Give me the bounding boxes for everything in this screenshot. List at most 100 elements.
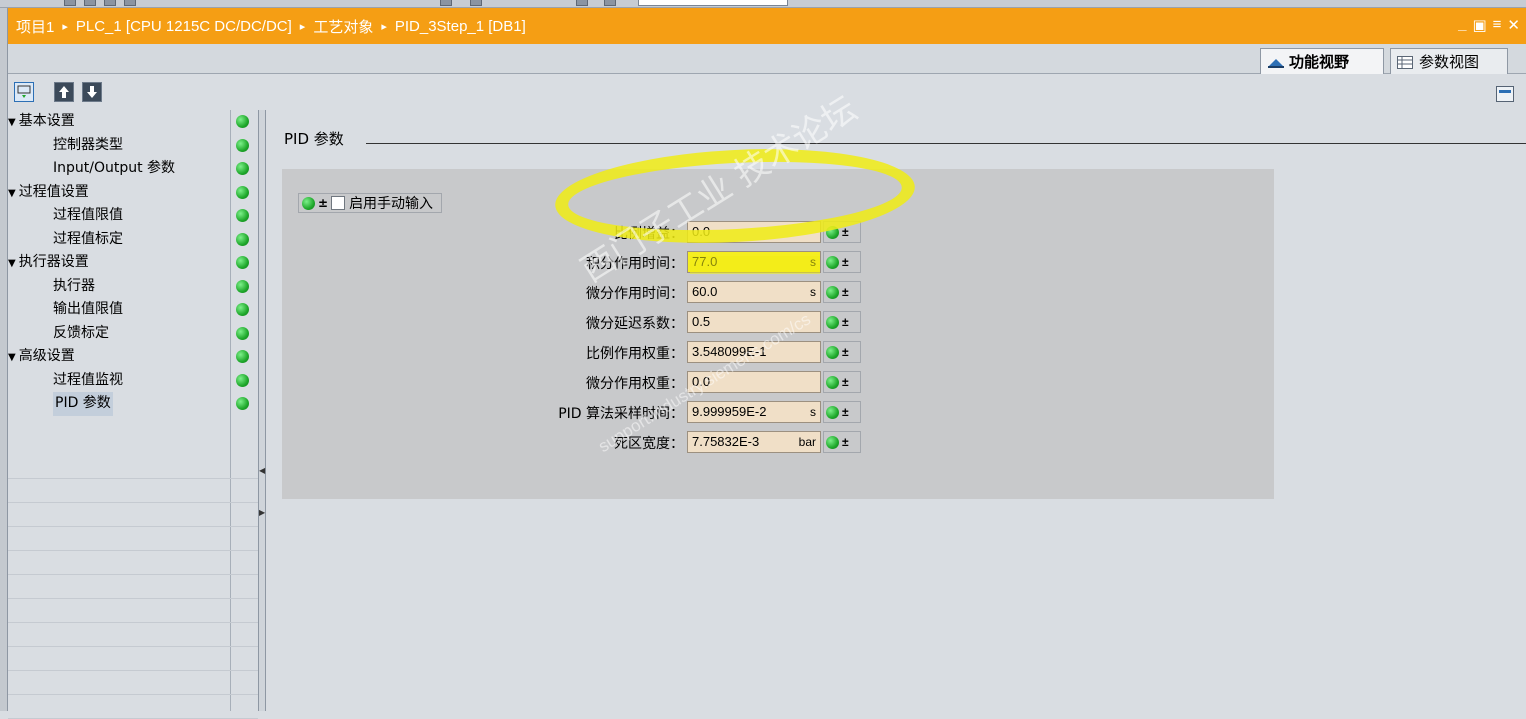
nav-item[interactable]: ▼ 基本设置: [8, 110, 258, 134]
download-value-icon[interactable]: ±: [842, 225, 849, 239]
status-ok-icon: [302, 196, 315, 210]
nav-item-label: PID 参数: [53, 392, 113, 416]
expand-arrow-icon[interactable]: ▼: [8, 352, 16, 363]
manual-input-checkbox[interactable]: [331, 196, 346, 210]
param-value: 0.5: [692, 314, 711, 329]
toolbar-icon[interactable]: [104, 0, 116, 6]
table-icon: [1397, 55, 1415, 69]
nav-item[interactable]: 反馈标定: [8, 322, 258, 346]
download-value-icon[interactable]: ±: [842, 405, 849, 419]
param-row: 死区宽度： 7.75832E-3 bar ±: [282, 431, 882, 453]
tab-function-view[interactable]: 功能视野: [1260, 48, 1384, 74]
toolbar-icon[interactable]: [440, 0, 452, 6]
download-value-icon[interactable]: ±: [842, 435, 849, 449]
online-monitor-icon[interactable]: [14, 82, 34, 102]
breadcrumb-separator-icon: ▸: [299, 20, 306, 33]
toolbar-icon[interactable]: [604, 0, 616, 6]
nav-item[interactable]: 过程值监视: [8, 369, 258, 393]
param-value-field[interactable]: 9.999959E-2 s: [687, 401, 821, 423]
nav-item[interactable]: ▼ 过程值设置: [8, 181, 258, 205]
param-unit: s: [810, 255, 816, 269]
nav-item-label: 输出值限值: [53, 298, 123, 322]
nav-item-label: 控制器类型: [53, 134, 123, 158]
nav-item[interactable]: ▼ 高级设置: [8, 345, 258, 369]
status-ok-icon: [236, 326, 249, 340]
status-ok-icon: [236, 115, 249, 128]
expand-right-icon[interactable]: ▶: [259, 508, 265, 517]
param-unit: s: [810, 285, 816, 299]
param-status-control: ±: [823, 311, 861, 333]
download-icon[interactable]: [82, 82, 102, 102]
param-value-field[interactable]: 0.0: [687, 221, 821, 243]
upload-icon[interactable]: [54, 82, 74, 102]
toolbar-icon[interactable]: [470, 0, 482, 6]
download-value-icon[interactable]: ±: [842, 255, 849, 269]
toolbar-icon[interactable]: [576, 0, 588, 6]
param-value: 60.0: [692, 284, 718, 299]
download-value-icon[interactable]: ±: [318, 196, 328, 210]
view-tabs-bar: 功能视野 参数视图: [8, 44, 1526, 74]
collapse-left-icon[interactable]: ◀: [259, 466, 265, 475]
param-row: 比例增益： 0.0 ±: [282, 221, 882, 243]
param-label: 比例作用权重：: [586, 346, 684, 362]
manual-input-group: ± 启用手动输入: [298, 193, 443, 213]
nav-item[interactable]: 过程值限值: [8, 204, 258, 228]
breadcrumb-project[interactable]: 项目1: [16, 16, 54, 37]
nav-item[interactable]: ▼ 执行器设置: [8, 251, 258, 275]
tab-param-view-label: 参数视图: [1419, 53, 1480, 71]
param-value-field[interactable]: 7.75832E-3 bar: [687, 431, 821, 453]
section-title: PID 参数: [284, 130, 344, 148]
status-ok-icon: [826, 255, 839, 269]
function-view-icon: [1267, 55, 1285, 68]
nav-item[interactable]: PID 参数: [8, 392, 258, 416]
tab-param-view[interactable]: 参数视图: [1390, 48, 1508, 74]
download-value-icon[interactable]: ±: [842, 375, 849, 389]
param-label: 微分延迟系数：: [586, 316, 684, 332]
nav-item[interactable]: Input/Output 参数: [8, 157, 258, 181]
panel-toggle-icon[interactable]: [1496, 86, 1514, 102]
nav-item[interactable]: 输出值限值: [8, 298, 258, 322]
status-ok-icon: [236, 185, 249, 199]
nav-item-label: ▼ 基本设置: [8, 110, 75, 135]
breadcrumb-plc[interactable]: PLC_1 [CPU 1215C DC/DC/DC]: [76, 18, 292, 35]
nav-item-text: 过程值设置: [18, 183, 89, 200]
nav-item-label: ▼ 高级设置: [8, 345, 75, 370]
param-value: 3.548099E-1: [692, 344, 767, 359]
breadcrumb-pid-object[interactable]: PID_3Step_1 [DB1]: [395, 18, 526, 35]
param-value: 7.75832E-3: [692, 434, 760, 449]
nav-item-text: 输出值限值: [53, 301, 123, 317]
breadcrumb-technology-objects[interactable]: 工艺对象: [313, 16, 373, 37]
nav-item[interactable]: 控制器类型: [8, 134, 258, 158]
param-value: 0.0: [692, 374, 711, 389]
close-icon[interactable]: ✕: [1507, 16, 1520, 34]
panel-splitter[interactable]: ◀ ▶: [258, 110, 266, 711]
download-value-icon[interactable]: ±: [842, 285, 849, 299]
param-value-field[interactable]: 0.5: [687, 311, 821, 333]
download-value-icon[interactable]: ±: [842, 345, 849, 359]
toolbar-icon[interactable]: [124, 0, 136, 6]
nav-item[interactable]: 过程值标定: [8, 228, 258, 252]
minimize-icon[interactable]: _: [1458, 16, 1466, 34]
nav-item[interactable]: 执行器: [8, 275, 258, 299]
expand-arrow-icon[interactable]: ▼: [8, 258, 16, 269]
param-value-field[interactable]: 0.0: [687, 371, 821, 393]
status-ok-icon: [236, 303, 249, 316]
param-value-field[interactable]: 77.0 s: [687, 251, 821, 273]
toolbar-icon[interactable]: [64, 0, 76, 6]
param-value-field[interactable]: 60.0 s: [687, 281, 821, 303]
nav-item-label: 过程值限值: [53, 204, 123, 228]
restore-icon[interactable]: ▣: [1472, 16, 1486, 34]
param-status-control: ±: [823, 401, 861, 423]
param-label: 微分作用权重：: [586, 376, 684, 392]
param-status-control: ±: [823, 221, 861, 243]
download-value-icon[interactable]: ±: [842, 315, 849, 329]
toolbar-icon[interactable]: [84, 0, 96, 6]
status-ok-icon: [236, 138, 249, 152]
expand-arrow-icon[interactable]: ▼: [8, 117, 16, 128]
float-icon[interactable]: ≡: [1493, 16, 1502, 34]
toolbar-search-input[interactable]: [638, 0, 788, 6]
expand-arrow-icon[interactable]: ▼: [8, 188, 16, 199]
manual-input-label: 启用手动输入: [349, 196, 434, 212]
param-value-field[interactable]: 3.548099E-1: [687, 341, 821, 363]
param-label: 微分作用时间：: [586, 286, 684, 302]
